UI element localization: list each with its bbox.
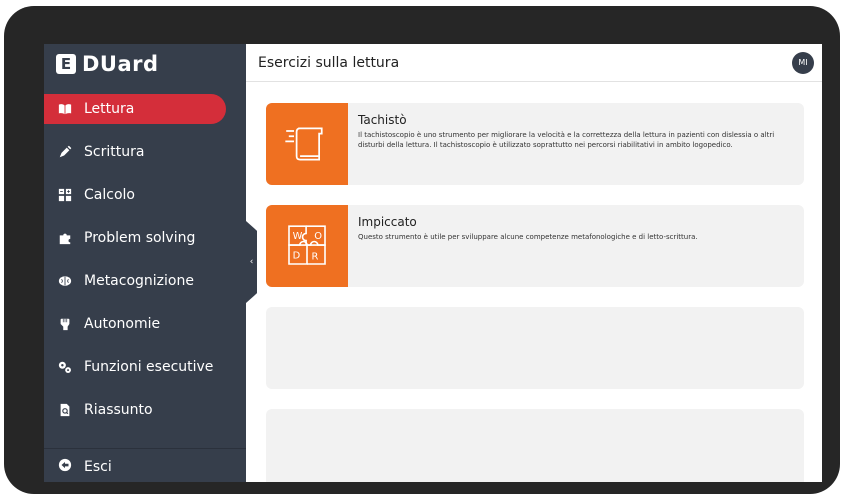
sidebar-item-scrittura[interactable]: Scrittura — [44, 137, 246, 167]
logo-mark: E — [56, 54, 76, 74]
sidebar-item-label: Calcolo — [84, 187, 135, 203]
book-icon — [58, 102, 72, 116]
sidebar-item-riassunto[interactable]: Riassunto — [44, 395, 246, 425]
fast-book-icon — [266, 103, 348, 185]
sidebar-nav: Lettura Scrittura Calcolo Problem solvin… — [44, 94, 246, 438]
page-title: Esercizi sulla lettura — [258, 54, 400, 71]
sidebar-item-label: Scrittura — [84, 144, 145, 160]
calculator-icon — [58, 188, 72, 202]
card-body: Impiccato Questo strumento è utile per s… — [348, 205, 710, 287]
app-screen: E DUard Lettura Scrittura Calcolo Proble… — [44, 44, 822, 482]
sidebar-item-label: Problem solving — [84, 230, 196, 246]
pen-icon — [58, 145, 72, 159]
card-title: Impiccato — [358, 215, 417, 229]
sidebar-item-calcolo[interactable]: Calcolo — [44, 180, 246, 210]
sidebar-item-label: Funzioni esecutive — [84, 359, 214, 375]
sidebar-item-autonomie[interactable]: Autonomie — [44, 309, 246, 339]
svg-text:W: W — [293, 231, 303, 242]
sidebar-collapse-toggle[interactable]: ‹ — [246, 221, 257, 303]
document-search-icon — [58, 403, 72, 417]
main-content: Esercizi sulla lettura MI Tachistò Il ta — [246, 44, 822, 482]
gears-icon — [58, 360, 72, 374]
svg-text:D: D — [293, 251, 301, 262]
exercise-card-tachisto[interactable]: Tachistò Il tachistoscopio è uno strumen… — [266, 103, 804, 185]
card-body: Tachistò Il tachistoscopio è uno strumen… — [348, 103, 804, 185]
sidebar-item-problem-solving[interactable]: Problem solving — [44, 223, 246, 253]
card-description: Questo strumento è utile per sviluppare … — [358, 233, 698, 241]
sidebar-item-metacognizione[interactable]: Metacognizione — [44, 266, 246, 296]
exit-label: Esci — [84, 459, 112, 475]
user-avatar[interactable]: MI — [792, 51, 814, 74]
sidebar: E DUard Lettura Scrittura Calcolo Proble… — [44, 44, 246, 482]
brain-icon — [58, 274, 72, 288]
sidebar-item-funzioni-esecutive[interactable]: Funzioni esecutive — [44, 352, 246, 382]
puzzle-icon — [58, 231, 72, 245]
app-logo: E DUard — [44, 44, 246, 84]
word-puzzle-icon: W O D R — [266, 205, 348, 287]
tablet-frame: E DUard Lettura Scrittura Calcolo Proble… — [4, 6, 840, 494]
exercise-card-placeholder — [266, 409, 804, 482]
svg-text:O: O — [314, 231, 322, 242]
chevron-left-icon: ‹ — [249, 257, 254, 267]
exercise-card-impiccato[interactable]: W O D R Impiccato Questo strumento è uti… — [266, 205, 804, 287]
exit-arrow-icon — [58, 458, 72, 476]
sidebar-item-label: Autonomie — [84, 316, 161, 332]
card-title: Tachistò — [358, 113, 407, 127]
exercise-list: Tachistò Il tachistoscopio è uno strumen… — [266, 103, 804, 482]
exercise-card-placeholder — [266, 307, 804, 389]
sidebar-item-label: Riassunto — [84, 402, 153, 418]
logo-text: DUard — [82, 52, 159, 76]
sidebar-item-label: Metacognizione — [84, 273, 194, 289]
fist-icon — [58, 317, 72, 331]
sidebar-item-label: Lettura — [84, 101, 135, 117]
page-header: Esercizi sulla lettura MI — [246, 44, 822, 82]
svg-text:R: R — [312, 252, 319, 263]
exit-button[interactable]: Esci — [44, 452, 246, 482]
sidebar-item-lettura[interactable]: Lettura — [44, 94, 226, 124]
card-description: Il tachistoscopio è uno strumento per mi… — [358, 131, 775, 149]
sidebar-divider — [44, 448, 246, 449]
